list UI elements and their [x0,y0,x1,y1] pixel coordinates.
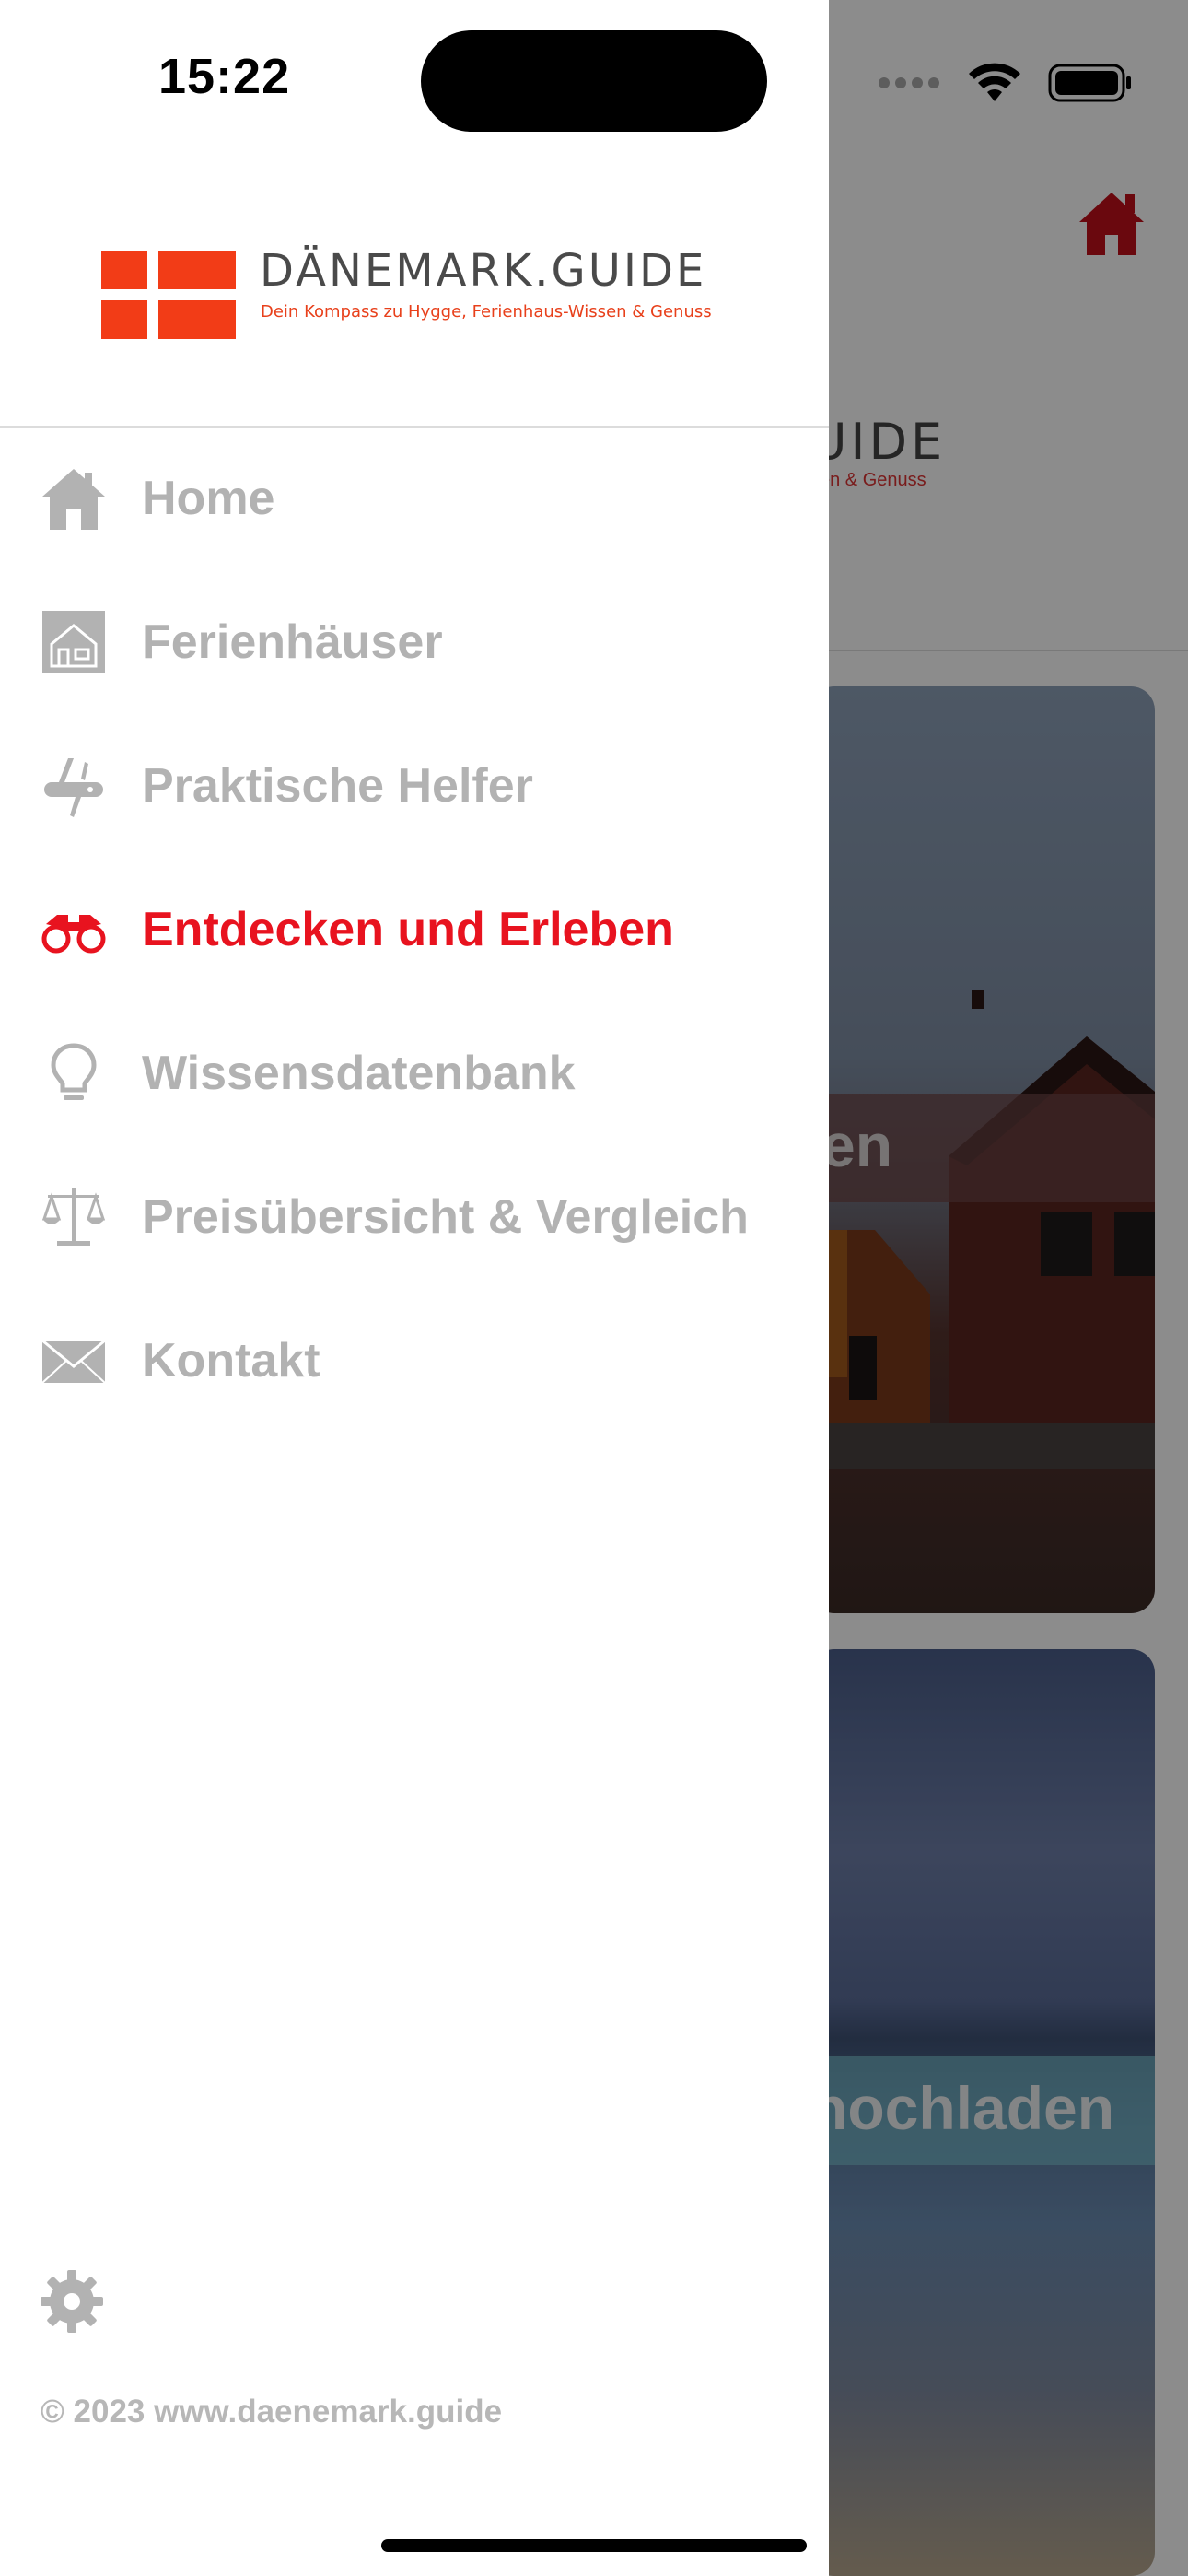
menu-item-label: Preisübersicht & Vergleich [142,1190,749,1244]
menu-item-praktische-helfer[interactable]: Praktische Helfer [0,716,829,860]
side-drawer: 15:22 DÄNEMARK.GUIDE Dein Kompass zu Hyg… [0,0,829,2576]
home-indicator[interactable] [381,2539,807,2552]
menu-item-entdecken-und-erleben[interactable]: Entdecken und Erleben [0,860,829,1003]
scales-icon [41,1188,106,1246]
menu-item-wissensdatenbank[interactable]: Wissensdatenbank [0,1003,829,1147]
menu-item-label: Home [142,472,275,525]
menu-item-home[interactable]: Home [0,428,829,572]
menu-item-ferienhaeuser[interactable]: Ferienhäuser [0,572,829,716]
holiday-house-icon [42,611,105,673]
danish-flag-icon [101,251,236,339]
menu-item-label: Praktische Helfer [142,759,533,813]
dynamic-island [421,30,767,132]
menu-item-preisuebersicht-vergleich[interactable]: Preisübersicht & Vergleich [0,1147,829,1291]
copyright-text: © 2023 www.daenemark.guide [41,2394,503,2430]
logo-tagline: Dein Kompass zu Hygge, Ferienhaus-Wissen… [261,302,712,322]
lightbulb-icon [51,1043,97,1100]
menu-item-label: Wissensdatenbank [142,1047,576,1100]
menu-item-label: Ferienhäuser [142,615,443,669]
menu-item-label: Entdecken und Erleben [142,903,674,956]
menu-item-label: Kontakt [142,1334,320,1388]
gear-icon[interactable] [39,2268,105,2335]
logo-title: DÄNEMARK.GUIDE [260,245,707,297]
house-icon [42,469,105,530]
pocket-knife-icon [44,758,103,817]
status-time: 15:22 [158,49,291,104]
binoculars-icon [41,915,106,954]
envelope-icon [41,1339,106,1384]
menu-item-kontakt[interactable]: Kontakt [0,1291,829,1434]
app-logo[interactable]: DÄNEMARK.GUIDE Dein Kompass zu Hygge, Fe… [101,245,737,341]
